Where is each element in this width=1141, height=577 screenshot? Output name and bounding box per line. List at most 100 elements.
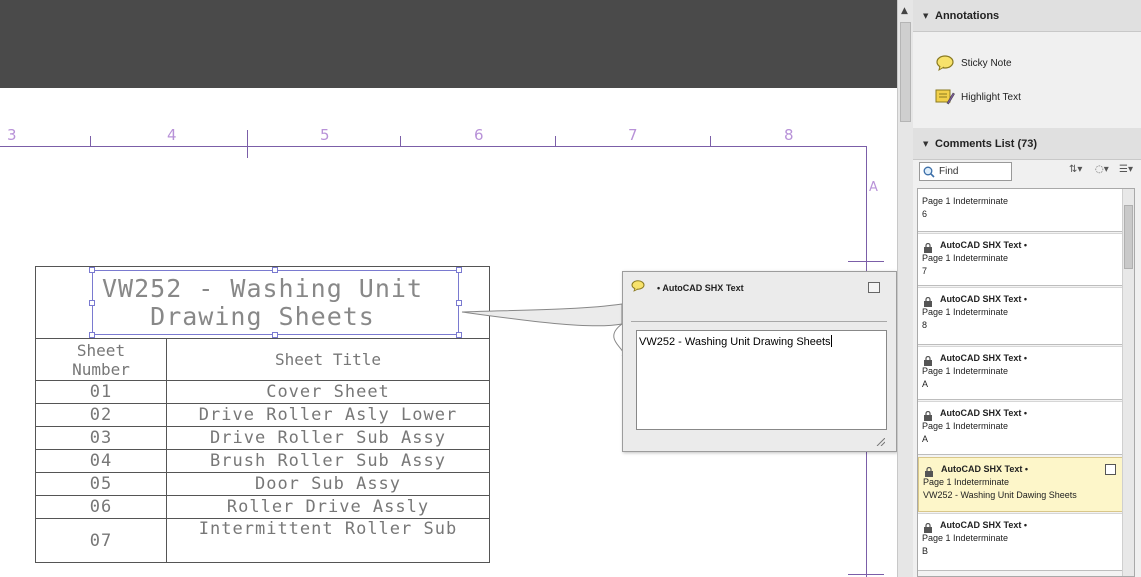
sheet-number: 04 [35,449,167,473]
options-menu-icon[interactable]: ☰▾ [1119,164,1133,175]
resize-handle[interactable] [89,300,95,306]
ruler-tick [848,574,884,575]
comments-list[interactable]: Page 1 Indeterminate 6 AutoCAD SHX Text … [917,188,1135,577]
resize-handle[interactable] [272,332,278,338]
comments-toolbar: Find ⇅▾ ◌▾ ☰▾ [913,160,1141,188]
collapse-triangle-icon: ▼ [923,140,929,148]
ruler-number: 4 [167,126,177,144]
sheet-number: 07 [35,518,167,563]
lock-icon [924,356,932,366]
section-title: Comments List (73) [935,138,1038,150]
comment-text: B [922,546,929,556]
annotation-selection-box[interactable] [92,270,459,335]
comments-scrollbar[interactable] [1122,189,1134,576]
sheet-number-header: Sheet Number [35,338,167,381]
sheet-title-header: Sheet Title [166,338,490,381]
text-caret [830,335,832,347]
sheet-number: 03 [35,426,167,450]
sheet-number: 01 [35,380,167,404]
scroll-up-icon[interactable]: ▲ [901,6,908,16]
ruler-tick [848,261,884,262]
resize-grip-icon[interactable] [875,438,885,446]
comment-page: Page 1 Indeterminate [923,477,1010,487]
sort-icon[interactable]: ⇅▾ [1069,164,1082,175]
sheet-title: Intermittent Roller Sub [166,518,490,563]
popup-text: VW252 - Washing Unit Drawing Sheets [639,336,831,348]
resize-handle[interactable] [89,332,95,338]
resize-handle[interactable] [272,267,278,273]
comment-page: Page 1 Indeterminate [922,421,1009,431]
comment-item[interactable]: AutoCAD SHX Text • Page 1 Indeterminate … [918,513,1123,571]
ruler-tick [400,136,401,146]
ruler-tick [555,136,556,146]
sticky-note-icon [936,55,954,72]
sheet-title: Brush Roller Sub Assy [166,449,490,473]
comment-page: Page 1 Indeterminate [922,253,1009,263]
sheet-number: 06 [35,495,167,519]
annotation-popup[interactable]: • AutoCAD SHX Text VW252 - Washing Unit … [622,271,897,452]
comment-author: AutoCAD SHX Text • [941,464,1028,474]
minimize-button[interactable] [868,282,880,293]
ruler-tick [247,130,248,158]
popup-text-field[interactable]: VW252 - Washing Unit Drawing Sheets [636,330,887,430]
ruler-number: 8 [784,126,794,144]
comment-item[interactable]: AutoCAD SHX Text • Page 1 Indeterminate … [918,346,1123,400]
comment-author: AutoCAD SHX Text • [940,520,1027,530]
lock-icon [924,297,932,307]
popup-connector [461,303,624,357]
header-text: Number [72,359,130,379]
table-row: 05 Door Sub Assy [35,472,490,496]
comment-text: A [922,379,929,389]
table-row: 02 Drive Roller Asly Lower [35,403,490,427]
comment-page: Page 1 Indeterminate [922,533,1009,543]
checkbox[interactable] [1105,464,1116,475]
comment-author: AutoCAD SHX Text • [940,294,1027,304]
tool-label: Sticky Note [961,58,1012,69]
popup-divider [631,321,887,322]
comment-item[interactable]: AutoCAD SHX Text • Page 1 Indeterminate … [918,233,1123,286]
document-scrollbar[interactable]: ▲ [897,0,913,577]
comment-item-selected[interactable]: AutoCAD SHX Text • Page 1 Indeterminate … [918,457,1123,512]
resize-handle[interactable] [89,267,95,273]
comments-list-header[interactable]: ▼ Comments List (73) [913,128,1141,160]
popup-title-bar[interactable]: • AutoCAD SHX Text [623,272,896,302]
comment-page: Page 1 Indeterminate [922,196,1009,206]
collapse-triangle-icon: ▼ [923,12,929,20]
comment-author: AutoCAD SHX Text • [940,240,1027,250]
sheet-title: Drive Roller Sub Assy [166,426,490,450]
comment-page: Page 1 Indeterminate [922,307,1009,317]
sheet-title: Door Sub Assy [166,472,490,496]
comment-item[interactable]: AutoCAD SHX Text • Page 1 Indeterminate … [918,401,1123,455]
search-icon [923,166,935,178]
find-input[interactable]: Find [919,162,1012,181]
sheet-number: 05 [35,472,167,496]
lock-icon [924,411,932,421]
comment-item[interactable]: Page 1 Indeterminate 6 [918,189,1123,232]
table-row: 04 Brush Roller Sub Assy [35,449,490,473]
comment-author: AutoCAD SHX Text • [940,408,1027,418]
lock-icon [924,243,932,253]
drawing-border-top [0,146,867,147]
ruler-letter: A [869,180,878,195]
highlight-text-icon [935,89,955,105]
section-title: Annotations [935,10,1000,22]
scrollbar-thumb[interactable] [1124,205,1133,269]
comment-item[interactable]: AutoCAD SHX Text • Page 1 Indeterminate … [918,287,1123,345]
comment-text: 8 [922,320,928,330]
scrollbar-thumb[interactable] [900,22,911,122]
header-text: Sheet [76,340,126,360]
lock-icon [924,523,932,533]
ruler-number: 5 [320,126,330,144]
ruler-tick [710,136,711,146]
comment-icon [631,280,645,292]
comment-text: A [922,434,929,444]
tool-label: Highlight Text [961,92,1021,103]
ruler-number: 7 [628,126,638,144]
table-row: 07 Intermittent Roller Sub [35,518,490,563]
annotations-section-header[interactable]: ▼ Annotations [913,0,1141,32]
comment-page: Page 1 Indeterminate [922,366,1009,376]
document-view[interactable]: 3 4 5 6 7 8 A C VW252 - Washing Unit Dra… [0,0,897,577]
document-background [0,0,897,88]
resize-handle[interactable] [456,267,462,273]
comment-filter-icon[interactable]: ◌▾ [1095,164,1109,175]
